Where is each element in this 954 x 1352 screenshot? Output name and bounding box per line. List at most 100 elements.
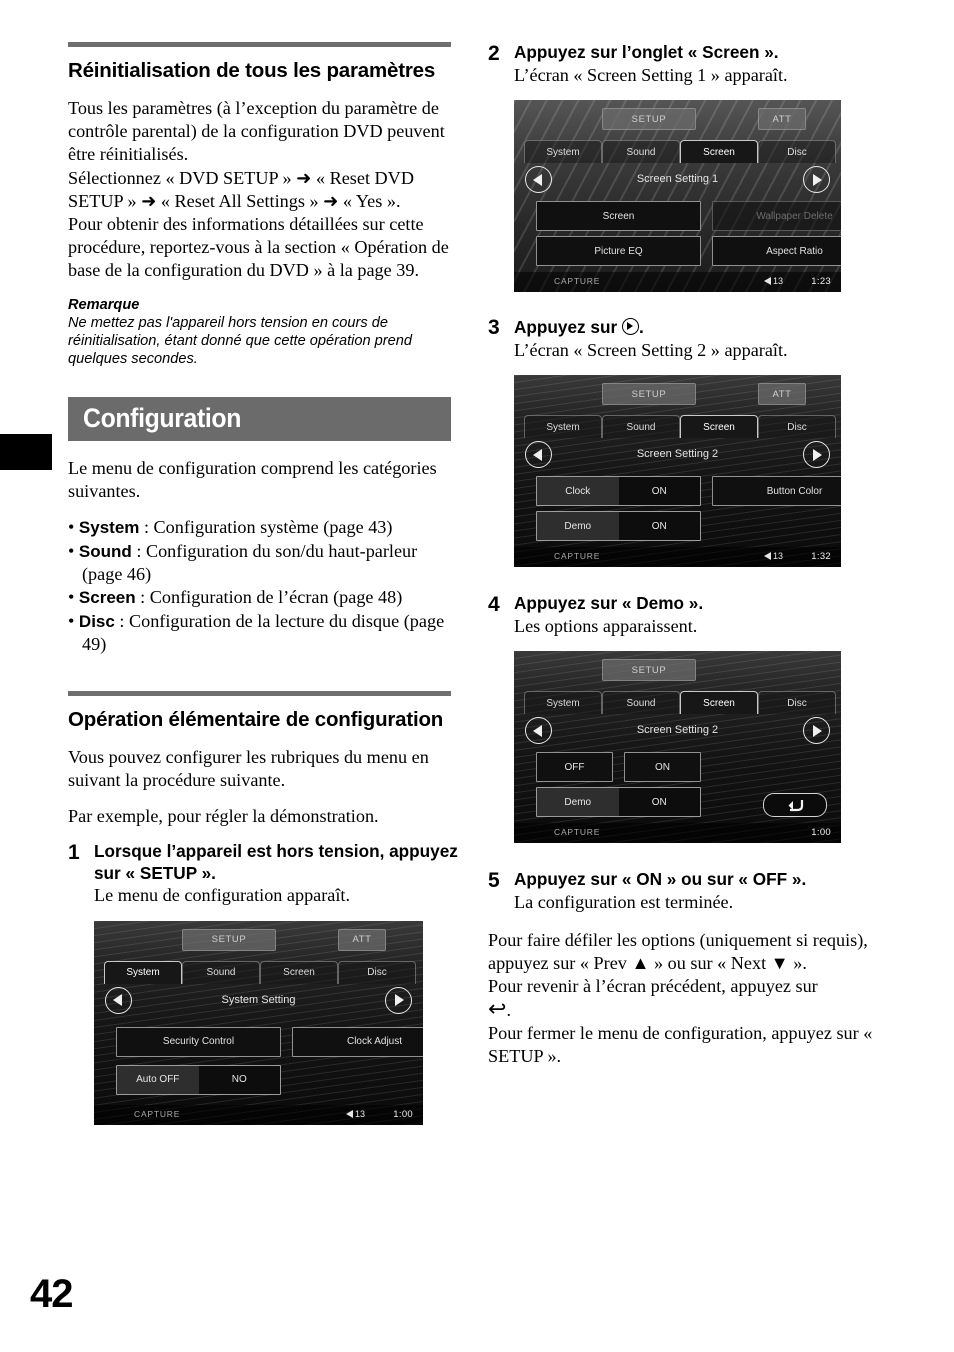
list-item: Sound : Configuration du son/du haut-par… [68,540,458,587]
speaker-icon [345,1109,353,1118]
tab-disc[interactable]: Disc [758,415,836,438]
att-button[interactable]: ATT [758,383,806,405]
device-topbar: SETUP ATT [514,383,841,405]
device-statusbar: CAPTURE 1:00 [514,823,841,843]
next-arrow-icon[interactable] [385,986,412,1014]
device-title-row: Screen Setting 1 [514,164,841,194]
capture-label: CAPTURE [134,1108,181,1119]
next-arrow-icon[interactable] [803,441,830,468]
prev-arrow-icon[interactable] [525,717,552,744]
prev-arrow-icon[interactable] [105,986,132,1014]
screen-title: Screen Setting 1 [636,173,719,185]
step-1: 1 Lorsque l’appareil est hors tension, a… [68,841,458,1125]
att-button[interactable]: ATT [758,108,806,130]
tab-sound[interactable]: Sound [602,415,680,438]
step-number: 2 [488,42,500,65]
step-number: 4 [488,593,500,616]
note-body: Ne mettez pas l'appareil hors tension en… [68,314,413,368]
step-title-period: . [638,317,644,337]
category-desc: : Configuration de la lecture du disque … [82,610,445,655]
screen-button[interactable]: Screen [536,201,701,231]
back-arrow-icon: ↩ [488,996,507,1022]
speaker-icon [763,552,771,560]
setup-button[interactable]: SETUP [602,383,696,405]
paragraph-reset-path: Sélectionnez « DVD SETUP » ➜ « Reset DVD… [68,167,458,213]
demo-toggle[interactable]: Demo ON [536,787,701,817]
tab-screen[interactable]: Screen [680,140,758,163]
clock-value: 1:00 [811,827,831,838]
arrow-icon: ➜ [296,167,312,189]
screen-title: Screen Setting 2 [636,448,719,460]
device-statusbar: CAPTURE 13 1:32 [514,547,841,567]
step-subtitle: La configuration est terminée. [514,891,734,912]
category-desc: : Configuration du son/du haut-parleur (… [82,540,418,585]
speaker-icon [763,277,771,285]
arrow-icon: ➜ [323,190,339,212]
device-title-row: Screen Setting 2 [514,439,841,469]
next-arrow-icon[interactable] [803,717,830,744]
manual-page: 4 2 Réinitialisation de tous les paramètr… [0,0,954,1352]
clock-toggle[interactable]: Clock ON [536,476,701,506]
category-name: System [78,518,140,538]
tab-screen[interactable]: Screen [260,960,338,984]
option-on-button[interactable]: ON [624,752,701,782]
tab-system[interactable]: System [524,415,602,438]
att-button[interactable]: ATT [338,928,386,951]
section-banner-label: Configuration [83,403,242,434]
tab-disc[interactable]: Disc [758,140,836,163]
button-color-button[interactable]: Button Color [712,476,841,506]
wallpaper-delete-button[interactable]: Wallpaper Delete [712,201,841,231]
tab-screen[interactable]: Screen [680,691,758,714]
step-2: 2 Appuyez sur l’onglet « Screen ». L’écr… [488,42,888,292]
option-off-button[interactable]: OFF [536,752,613,782]
back-arrow-icon [788,799,804,811]
list-item: Disc : Configuration de la lecture du di… [68,610,458,657]
tab-sound[interactable]: Sound [182,960,260,984]
tab-system[interactable]: System [524,140,602,163]
tab-screen[interactable]: Screen [680,415,758,438]
device-statusbar: CAPTURE 13 1:00 [94,1104,423,1125]
section-heading-basic-operation: Opération élémentaire de configuration [68,707,444,731]
paragraph-return-previous: Pour revenir à l’écran précédent, appuye… [488,975,888,1021]
picture-eq-button[interactable]: Picture EQ [536,236,701,266]
auto-off-toggle[interactable]: Auto OFF NO [116,1064,281,1095]
prev-arrow-icon[interactable] [525,441,552,468]
security-control-button[interactable]: Security Control [116,1026,281,1057]
setup-button[interactable]: SETUP [182,928,276,951]
step-number: 1 [68,841,80,865]
clock-toggle-label: Clock [537,477,619,505]
step-3: 3 Appuyez sur . L’écran « Screen Setting… [488,316,888,567]
page-title: Réinitialisation de tous les paramètres [68,59,436,82]
clock-adjust-button[interactable]: Clock Adjust [292,1026,423,1057]
demo-toggle-label: Demo [537,512,619,540]
tab-disc[interactable]: Disc [758,691,836,714]
tab-system[interactable]: System [104,960,182,984]
capture-label: CAPTURE [554,551,601,561]
left-column: Réinitialisation de tous les paramètres … [68,42,458,1125]
step-subtitle: L’écran « Screen Setting 1 » apparaît. [514,64,788,85]
device-topbar: SETUP ATT [94,928,423,951]
demo-toggle-value: ON [618,788,700,816]
tab-sound[interactable]: Sound [602,140,680,163]
step-title: Appuyez sur « ON » ou sur « OFF ». [514,869,807,889]
section-rule [68,690,451,696]
volume-value: 13 [772,276,783,286]
back-button[interactable] [763,793,827,817]
tab-sound[interactable]: Sound [602,691,680,714]
device-tabs: System Sound Screen Disc [520,140,836,163]
prev-arrow-icon[interactable] [525,166,552,193]
demo-toggle[interactable]: Demo ON [536,511,701,541]
tab-system[interactable]: System [524,691,602,714]
step-title: Appuyez sur « Demo ». [514,593,704,613]
demo-toggle-value: ON [618,512,700,540]
tab-disc[interactable]: Disc [338,960,416,984]
next-arrow-icon[interactable] [803,166,830,193]
volume-value: 13 [772,551,783,561]
setup-button[interactable]: SETUP [602,108,696,130]
screen-title: System Setting [221,993,296,1006]
step-title: Appuyez sur l’onglet « Screen ». [514,42,779,62]
chapter-side-tab [0,434,52,470]
category-list: System : Configuration système (page 43)… [68,516,458,656]
aspect-ratio-button[interactable]: Aspect Ratio [712,236,841,266]
setup-button[interactable]: SETUP [602,659,696,681]
